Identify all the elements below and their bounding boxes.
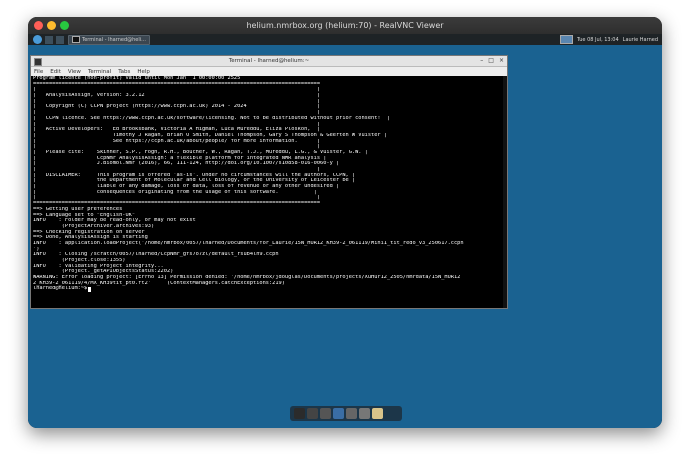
minimize-window-button[interactable]: [47, 21, 56, 30]
terminal-launcher-icon[interactable]: [45, 35, 53, 44]
panel-user-name[interactable]: Laurie Harned: [623, 37, 658, 43]
terminal-icon: [72, 36, 80, 43]
menu-terminal[interactable]: Terminal: [88, 69, 111, 75]
menu-tabs[interactable]: Tabs: [118, 69, 130, 75]
window-title: helium.nmrbox.org (helium:70) - RealVNC …: [246, 21, 444, 30]
taskbar-terminal-label: Terminal - lharned@heli...: [82, 36, 146, 43]
remote-desktop: Terminal - lharned@helium:~ – □ × File E…: [28, 45, 662, 428]
workspace-switcher-icon[interactable]: [559, 35, 573, 44]
show-desktop-icon[interactable]: [294, 408, 305, 419]
search-dock-icon[interactable]: [346, 408, 357, 419]
minimize-icon[interactable]: –: [480, 57, 483, 64]
close-window-button[interactable]: [34, 21, 43, 30]
menu-help[interactable]: Help: [137, 69, 150, 75]
application-finder-dock-icon[interactable]: [359, 408, 370, 419]
panel-clock[interactable]: Tue 08 Jul, 13:04: [577, 37, 619, 43]
app-menu-icon: [33, 35, 42, 44]
menu-edit[interactable]: Edit: [50, 69, 61, 75]
browser-dock-icon[interactable]: [333, 408, 344, 419]
remote-top-panel: Terminal - lharned@heli... Tue 08 Jul, 1…: [28, 34, 662, 45]
close-icon[interactable]: ×: [499, 57, 504, 64]
applications-menu-button[interactable]: [30, 35, 42, 44]
terminal-title: Terminal - lharned@helium:~: [228, 58, 310, 64]
vnc-viewer-window: helium.nmrbox.org (helium:70) - RealVNC …: [28, 17, 662, 428]
terminal-dock-icon[interactable]: [307, 408, 318, 419]
vnc-titlebar[interactable]: helium.nmrbox.org (helium:70) - RealVNC …: [28, 17, 662, 34]
terminal-scrollbar[interactable]: [503, 76, 507, 308]
menu-view[interactable]: View: [68, 69, 81, 75]
menu-file[interactable]: File: [34, 69, 43, 75]
maximize-icon[interactable]: □: [488, 57, 494, 64]
terminal-titlebar[interactable]: Terminal - lharned@helium:~ – □ ×: [31, 56, 507, 67]
terminal-prompt[interactable]: lharned@helium:~$: [33, 286, 507, 292]
terminal-output[interactable]: Program licence (non-profit) valid until…: [31, 76, 507, 308]
terminal-line: INFO : application.loadProject('/home/nm…: [33, 240, 464, 246]
terminal-window: Terminal - lharned@helium:~ – □ × File E…: [30, 55, 508, 309]
text-cursor: [88, 286, 92, 292]
taskbar-terminal-button[interactable]: Terminal - lharned@heli...: [68, 34, 150, 45]
bottom-dock: [290, 406, 402, 421]
maximize-window-button[interactable]: [60, 21, 69, 30]
prompt-text: lharned@helium:~$: [33, 286, 88, 292]
file-manager-dock-icon[interactable]: [320, 408, 331, 419]
file-manager-launcher-icon[interactable]: [56, 35, 64, 44]
folder-dock-icon[interactable]: [372, 408, 383, 419]
